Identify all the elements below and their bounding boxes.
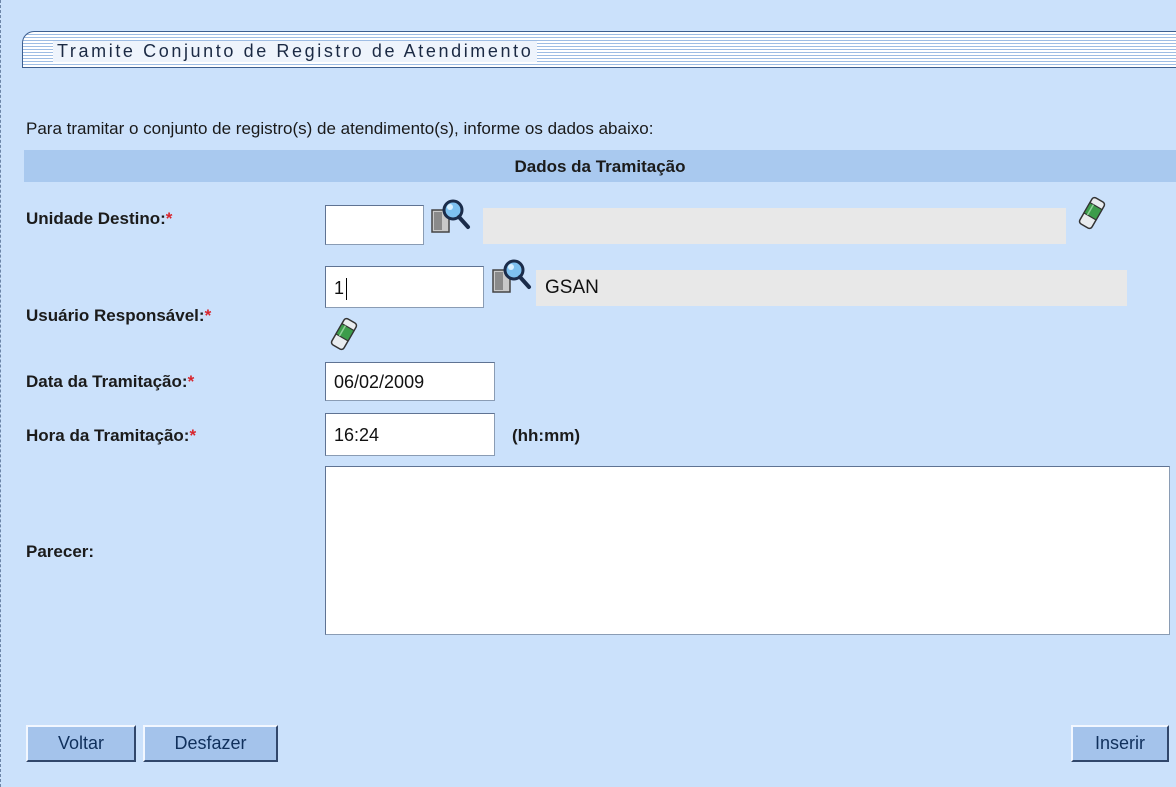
parecer-textarea[interactable] <box>325 466 1170 635</box>
eraser-icon[interactable] <box>1078 196 1106 230</box>
data-tramitacao-label: Data da Tramitação:* <box>26 372 194 392</box>
title-bar: Tramite Conjunto de Registro de Atendime… <box>22 31 1176 68</box>
hora-tramitacao-input[interactable]: 16:24 <box>325 413 495 456</box>
required-marker: * <box>165 209 173 228</box>
usuario-responsavel-label: Usuário Responsável:* <box>26 306 211 326</box>
unidade-destino-label-text: Unidade Destino: <box>26 209 166 228</box>
unidade-destino-label: Unidade Destino:* <box>26 209 172 229</box>
inserir-button[interactable]: Inserir <box>1071 725 1169 762</box>
required-marker: * <box>189 426 197 445</box>
page-title: Tramite Conjunto de Registro de Atendime… <box>53 41 538 62</box>
voltar-button[interactable]: Voltar <box>26 725 136 762</box>
hora-tramitacao-label: Hora da Tramitação:* <box>26 426 196 446</box>
hora-format-hint: (hh:mm) <box>512 426 580 445</box>
unidade-destino-description <box>483 208 1066 244</box>
eraser-icon[interactable] <box>330 317 358 351</box>
parecer-label: Parecer: <box>26 542 95 561</box>
data-tramitacao-input[interactable]: 06/02/2009 <box>325 362 495 401</box>
text-caret <box>346 278 348 301</box>
magnifier-search-icon[interactable] <box>490 257 532 297</box>
section-header: Dados da Tramitação <box>24 150 1176 182</box>
hora-tramitacao-label-text: Hora da Tramitação: <box>26 426 190 445</box>
required-marker: * <box>204 306 212 325</box>
usuario-responsavel-label-text: Usuário Responsável: <box>26 306 205 325</box>
desfazer-button[interactable]: Desfazer <box>143 725 278 762</box>
unidade-destino-code-input[interactable] <box>325 205 424 245</box>
intro-text: Para tramitar o conjunto de registro(s) … <box>26 119 654 138</box>
usuario-responsavel-description: GSAN <box>536 270 1127 306</box>
data-tramitacao-label-text: Data da Tramitação: <box>26 372 188 391</box>
magnifier-search-icon[interactable] <box>429 197 471 237</box>
usuario-responsavel-code-value: 1 <box>334 278 345 298</box>
required-marker: * <box>187 372 195 391</box>
usuario-responsavel-code-input[interactable]: 1 <box>325 266 484 308</box>
